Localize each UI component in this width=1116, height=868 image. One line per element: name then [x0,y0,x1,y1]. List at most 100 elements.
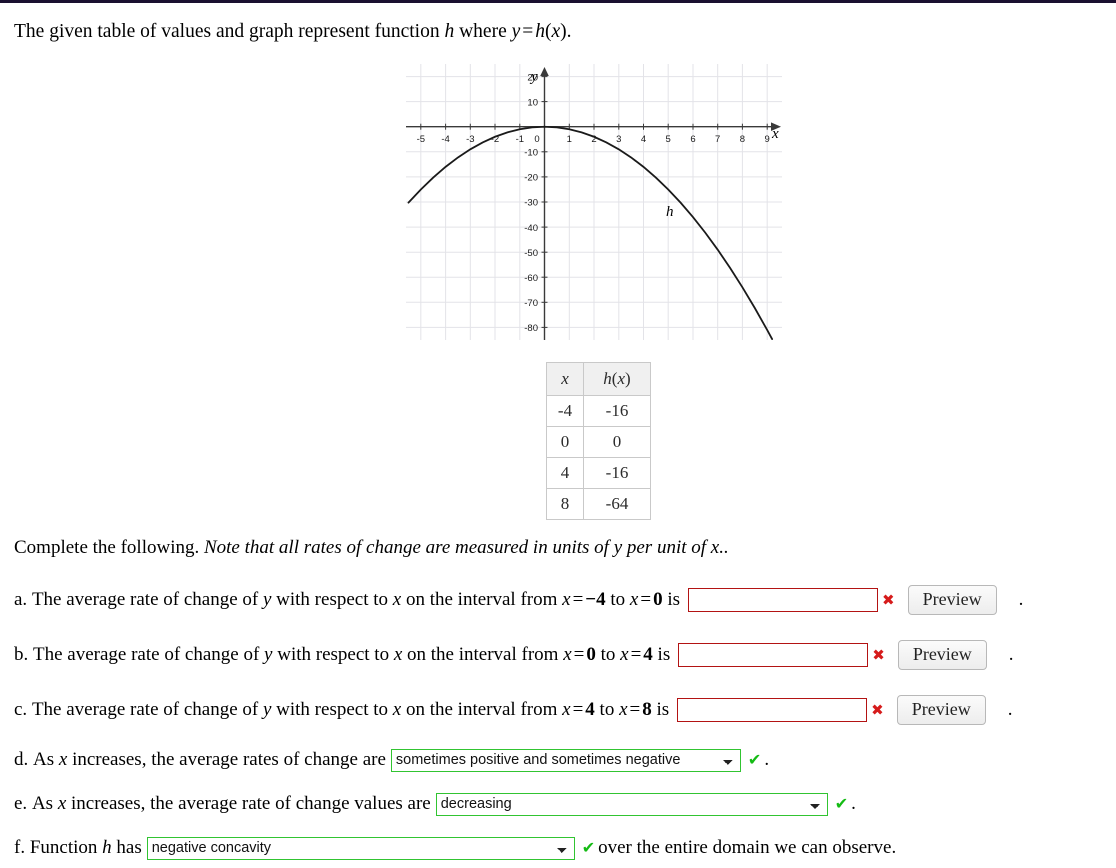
question-c-var-x: x [392,699,402,720]
table-cell-x: 4 [546,457,584,489]
question-c-to-word: to [594,699,620,720]
question-d-trailing: . [764,749,770,770]
question-b: b. The average rate of change of y with … [14,640,1014,670]
instructions-note-x: x [710,537,720,558]
question-b-trailing: . [1008,644,1014,665]
x-axis-label: x [771,126,779,142]
prompt-eq-op: = [522,21,534,42]
values-table: x h(x) -4 -16 0 0 4 -16 8 -64 [546,362,651,520]
question-c-text-4: is [651,699,670,720]
x-tick-label: 1 [567,134,572,145]
table-header-row: x h(x) [546,362,651,396]
x-tick-label: 3 [616,134,621,145]
question-b-to-value: 4 [643,644,653,665]
y-tick-label: 10 [527,97,538,108]
x-tick-label: 0 [534,134,539,145]
instructions-note-mid: per unit of [622,537,711,558]
answer-input-a[interactable] [688,588,878,612]
y-tick-label: -40 [524,223,538,234]
question-b-from-var: x [563,644,572,665]
question-c-from-var: x [562,699,571,720]
question-d-text: d. As x increases, the average rates of … [14,749,386,771]
question-f-var-h: h [102,837,112,858]
y-axis-arrowhead [540,67,549,76]
question-b-text: b. The average rate of change of y with … [14,644,670,666]
question-a-text-4: is [662,589,680,610]
question-a-var-x: x [392,589,402,610]
x-tick-label: -5 [417,134,425,145]
question-c-to-eq: = [629,699,641,720]
question-a-text-1: The average rate of change of [31,589,263,610]
question-a-trailing: . [1018,589,1024,610]
question-c-to-value: 8 [642,699,652,720]
question-a-from-var: x [562,589,571,610]
preview-button-c[interactable]: Preview [896,695,986,725]
question-b-from-eq: = [573,644,585,665]
instructions-note-text: Note that all rates of change are measur… [203,537,614,558]
table-row: 0 0 [546,426,651,458]
question-b-label: b. [14,644,29,665]
table-cell-hx: 0 [583,426,651,458]
preview-button-a[interactable]: Preview [907,585,997,615]
dropdown-f[interactable]: negative concavity [146,836,575,860]
table-cell-hx: -16 [583,457,651,489]
prompt-eq-h: h [535,21,546,42]
incorrect-mark-icon: ✖ [871,700,884,719]
question-e-label: e. [14,793,28,814]
question-a-to-value: 0 [653,589,663,610]
x-tick-label: 7 [715,134,720,145]
question-b-text-4: is [652,644,671,665]
table-header-x: x [546,362,584,396]
dropdown-e[interactable]: decreasing [435,792,828,816]
question-a-from-eq: = [572,589,584,610]
curve-label-h: h [666,204,674,220]
preview-button-b[interactable]: Preview [897,640,987,670]
table-row: 8 -64 [546,488,651,520]
y-axis-label: y [529,69,538,85]
question-d-text-2: increases, the average rates of change a… [67,749,386,770]
x-tick-label: 9 [765,134,770,145]
question-b-to-var: x [620,644,629,665]
question-b-text-1: The average rate of change of [33,644,265,665]
correct-mark-icon: ✔ [747,750,762,769]
question-e-text-1: As [31,793,58,814]
function-graph: -5 -4 -3 -2 -1 0 1 2 3 4 5 6 7 8 9 20 10… [406,64,782,340]
question-e-text: e. As x increases, the average rate of c… [14,793,431,815]
x-tick-label: -3 [466,134,474,145]
question-e: e. As x increases, the average rate of c… [14,789,856,819]
question-b-text-2: with respect to [272,644,394,665]
table-row: 4 -16 [546,457,651,489]
table-header-hx: h(x) [583,362,651,396]
question-c: c. The average rate of change of y with … [14,695,1012,725]
question-a-to-eq: = [640,589,652,610]
question-f-text: f. Function h has [14,837,142,859]
x-tick-label: 8 [740,134,745,145]
answer-input-c[interactable] [677,698,868,722]
question-a-text-2: with respect to [271,589,393,610]
question-d-label: d. [14,749,29,770]
y-tick-label: -70 [524,298,538,309]
question-a-text-3: on the interval from [401,589,563,610]
instructions-line: Complete the following. Note that all ra… [14,537,729,559]
question-a: a. The average rate of change of y with … [14,585,1023,615]
y-tick-label: -50 [524,248,538,259]
instructions-note-y: y [613,537,623,558]
question-a-from-value: −4 [585,589,606,610]
table-cell-x: 8 [546,488,584,520]
graph-axes [406,72,771,340]
question-a-label: a. [14,589,28,610]
page-title: The given table of values and graph repr… [14,20,572,44]
question-f-trailing: over the entire domain we can observe. [598,837,897,858]
correct-mark-icon: ✔ [834,794,849,813]
graph-gridlines [406,64,782,340]
question-c-from-value: 4 [585,699,595,720]
dropdown-d[interactable]: sometimes positive and sometimes negativ… [390,748,741,772]
prompt-eq-x: x [551,21,561,42]
answer-input-b[interactable] [678,643,869,667]
question-c-from-eq: = [572,699,584,720]
table-header-h-var: x [617,369,626,388]
question-c-trailing: . [1007,699,1013,720]
question-e-trailing: . [851,793,856,814]
table-row: -4 -16 [546,395,651,427]
table-cell-hx: -16 [583,395,651,427]
